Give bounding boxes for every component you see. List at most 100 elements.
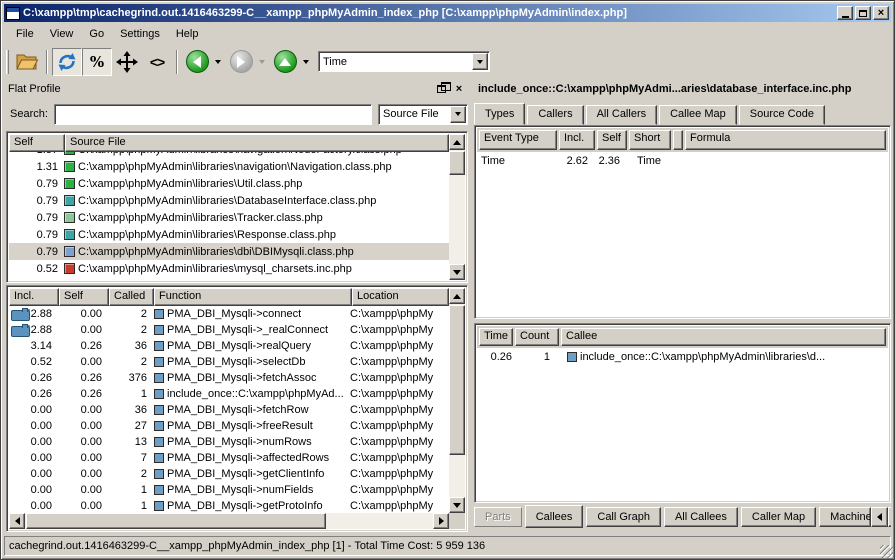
table-row[interactable]: 52.880.002PMA_DBI_Mysqli->_realConnectC:… <box>9 322 449 338</box>
table-row[interactable]: 0.260.26376PMA_DBI_Mysqli->fetchAssocC:\… <box>9 370 449 386</box>
source-table-vscrollbar[interactable] <box>449 134 465 280</box>
tab-types[interactable]: Types <box>474 103 525 125</box>
tab-all-callers[interactable]: All Callers <box>586 105 658 125</box>
tabs-scroll-left-button[interactable] <box>871 507 888 527</box>
scrollbar-thumb[interactable] <box>26 513 326 529</box>
tabs-scroll-right-button[interactable] <box>888 507 891 527</box>
source-file-cell: C:\xampp\phpMyAdmin\libraries\navigation… <box>78 161 392 173</box>
scroll-left-button[interactable] <box>9 513 25 529</box>
menu-item-view[interactable]: View <box>42 26 82 42</box>
resize-grip[interactable] <box>880 545 893 558</box>
tab-caller-map[interactable]: Caller Map <box>741 507 816 527</box>
column-header-self[interactable]: Self <box>9 134 65 152</box>
table-row[interactable]: 0.79C:\xampp\phpMyAdmin\libraries\Databa… <box>9 192 449 209</box>
table-row[interactable]: 0.260.261include_once::C:\xampp\phpMyAd.… <box>9 386 449 402</box>
cycle-detection-button[interactable] <box>52 48 82 76</box>
scrollbar-thumb[interactable] <box>449 151 465 175</box>
table-row[interactable]: 0.000.0013PMA_DBI_Mysqli->numRowsC:\xamp… <box>9 434 449 450</box>
scrollbar-thumb[interactable] <box>449 305 465 455</box>
toolbar-handle[interactable] <box>6 50 9 74</box>
forward-dropdown-caret[interactable] <box>259 60 265 64</box>
relative-percent-button[interactable]: % <box>82 48 112 76</box>
open-file-button[interactable] <box>12 48 42 76</box>
self-cost-cell: 0.00 <box>57 308 107 320</box>
dock-float-button[interactable] <box>434 82 448 96</box>
scroll-up-button[interactable] <box>449 134 465 150</box>
column-header-self[interactable]: Self <box>59 288 109 306</box>
table-row[interactable]: 0.000.0027PMA_DBI_Mysqli->freeResultC:\x… <box>9 418 449 434</box>
event-type-combobox[interactable]: Time <box>318 51 490 72</box>
close-button[interactable]: × <box>873 6 889 20</box>
tab-callees[interactable]: Callees <box>525 505 584 528</box>
tab-all-callees[interactable]: All Callees <box>664 507 738 527</box>
table-row[interactable]: 0.000.001PMA_DBI_Mysqli->getProtoInfoC:\… <box>9 498 449 513</box>
menu-item-file[interactable]: File <box>8 26 42 42</box>
relative-to-parent-button[interactable] <box>112 48 142 76</box>
column-header-location[interactable]: Location <box>352 288 449 306</box>
column-header-source-file[interactable]: Source File <box>65 134 449 152</box>
column-header-function[interactable]: Function <box>154 288 352 306</box>
self-cost-cell: 0.79 <box>9 178 63 190</box>
tab-source-code[interactable]: Source Code <box>739 105 825 125</box>
close-icon: × <box>878 8 884 19</box>
minimize-button[interactable] <box>837 6 853 20</box>
combobox-dropdown-button[interactable] <box>472 53 488 70</box>
menu-item-help[interactable]: Help <box>168 26 207 42</box>
maximize-button[interactable] <box>855 6 871 20</box>
group-by-combobox[interactable]: Source File <box>378 104 468 125</box>
column-header-time[interactable]: Time <box>479 328 513 346</box>
table-row[interactable]: Time2.622.36Time <box>477 152 888 169</box>
column-header-count[interactable]: Count <box>515 328 559 346</box>
table-row[interactable]: 0.261include_once::C:\xampp\phpMyAdmin\l… <box>477 348 888 365</box>
table-row[interactable]: 52.880.002PMA_DBI_Mysqli->connectC:\xamp… <box>9 306 449 322</box>
menu-item-go[interactable]: Go <box>81 26 112 42</box>
tab-callee-map[interactable]: Callee Map <box>659 105 737 125</box>
combobox-dropdown-button[interactable] <box>450 106 466 123</box>
tab-parts[interactable]: Parts <box>474 507 522 527</box>
tab-machine[interactable]: Machine <box>819 507 871 527</box>
location-cell: C:\xampp\phpMy <box>350 500 433 512</box>
tab-callers[interactable]: Callers <box>527 105 583 125</box>
scroll-down-button[interactable] <box>449 264 465 280</box>
column-header-spacer[interactable] <box>673 130 683 150</box>
menu-item-settings[interactable]: Settings <box>112 26 168 42</box>
table-row[interactable]: 0.52C:\xampp\phpMyAdmin\libraries\user_p… <box>9 277 449 280</box>
table-row[interactable]: 0.79C:\xampp\phpMyAdmin\libraries\Respon… <box>9 226 449 243</box>
table-row[interactable]: 0.520.002PMA_DBI_Mysqli->selectDbC:\xamp… <box>9 354 449 370</box>
table-row[interactable]: 0.79C:\xampp\phpMyAdmin\libraries\Util.c… <box>9 175 449 192</box>
column-header-event-type[interactable]: Event Type <box>479 130 557 150</box>
location-cell: C:\xampp\phpMy <box>350 452 433 464</box>
column-header-incl[interactable]: Incl. <box>559 130 595 150</box>
dock-titlebar[interactable]: Flat Profile × <box>4 79 470 99</box>
table-row[interactable]: 0.79C:\xampp\phpMyAdmin\libraries\dbi\DB… <box>9 243 449 260</box>
forward-button[interactable] <box>226 48 256 76</box>
table-row[interactable]: 0.000.0036PMA_DBI_Mysqli->fetchRowC:\xam… <box>9 402 449 418</box>
table-row[interactable]: 0.79C:\xampp\phpMyAdmin\libraries\Tracke… <box>9 209 449 226</box>
table-row[interactable]: 0.000.002PMA_DBI_Mysqli->getClientInfoC:… <box>9 466 449 482</box>
tab-call-graph[interactable]: Call Graph <box>586 507 661 527</box>
column-header-short[interactable]: Short <box>629 130 671 150</box>
column-header-formula[interactable]: Formula <box>685 130 886 150</box>
shorten-templates-button[interactable]: <> <box>142 48 172 76</box>
up-dropdown-caret[interactable] <box>303 60 309 64</box>
up-button[interactable] <box>270 48 300 76</box>
table-row[interactable]: 0.52C:\xampp\phpMyAdmin\libraries\mysql_… <box>9 260 449 277</box>
column-header-called[interactable]: Called <box>109 288 154 306</box>
titlebar[interactable]: C:\xampp\tmp\cachegrind.out.1416463299-C… <box>4 4 891 22</box>
scroll-down-button[interactable] <box>449 497 465 513</box>
back-button[interactable] <box>182 48 212 76</box>
dock-close-button[interactable]: × <box>452 82 466 96</box>
column-header-self[interactable]: Self <box>597 130 627 150</box>
function-table-hscrollbar[interactable] <box>9 513 449 529</box>
scroll-right-button[interactable] <box>433 513 449 529</box>
table-row[interactable]: 0.000.007PMA_DBI_Mysqli->affectedRowsC:\… <box>9 450 449 466</box>
table-row[interactable]: 1.31C:\xampp\phpMyAdmin\libraries\naviga… <box>9 158 449 175</box>
scroll-up-button[interactable] <box>449 288 465 304</box>
function-table-vscrollbar[interactable] <box>449 288 465 513</box>
column-header-callee[interactable]: Callee <box>561 328 886 346</box>
back-dropdown-caret[interactable] <box>215 60 221 64</box>
table-row[interactable]: 3.140.2636PMA_DBI_Mysqli->realQueryC:\xa… <box>9 338 449 354</box>
column-header-incl[interactable]: Incl. <box>9 288 59 306</box>
search-input[interactable] <box>54 104 372 125</box>
table-row[interactable]: 0.000.001PMA_DBI_Mysqli->numFieldsC:\xam… <box>9 482 449 498</box>
